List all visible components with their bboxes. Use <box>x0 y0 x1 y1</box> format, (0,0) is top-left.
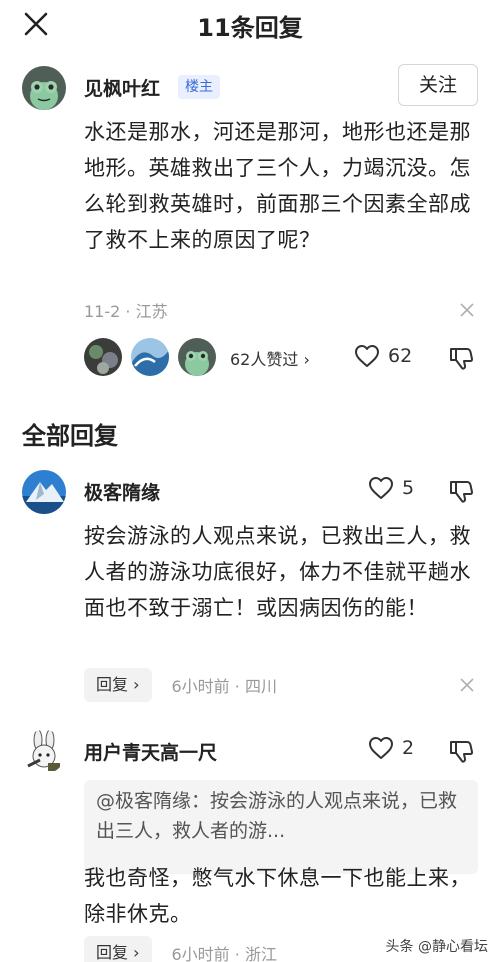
liker-avatar <box>178 338 216 376</box>
heart-icon <box>355 345 379 367</box>
liker-avatar <box>84 338 122 376</box>
reply-meta: 6小时前 · 浙江 <box>171 945 277 962</box>
header-bar: 11条回复 <box>0 0 500 48</box>
thumbs-down-icon <box>450 741 474 763</box>
watermark: 头条 @静心看坛 <box>385 939 488 955</box>
op-username[interactable]: 见枫叶红 <box>84 74 160 101</box>
reply-text: 按会游泳的人观点来说，已救出三人，救人者的游泳功底很好，体力不佳就平趟水面也不致… <box>84 524 471 620</box>
reply-like-button[interactable]: 2 <box>368 736 414 760</box>
thumbs-down-icon <box>450 481 474 503</box>
reply-meta-row: 回复 › 6小时前 · 浙江 <box>84 936 277 962</box>
op-dislike-button[interactable] <box>448 345 474 375</box>
reply-like-count: 5 <box>402 477 415 499</box>
op-avatar[interactable] <box>22 66 66 110</box>
heart-icon <box>369 477 393 499</box>
op-like-count: 62 <box>388 345 413 367</box>
op-comment-text: 水还是那水，河还是那河，地形也还是那地形。英雄救出了三个人，力竭沉没。怎么轮到救… <box>84 120 471 252</box>
dismiss-x-icon[interactable] <box>459 677 475 693</box>
all-replies-heading: 全部回复 <box>22 422 118 450</box>
op-like-button[interactable]: 62 <box>354 344 412 368</box>
heart-icon <box>369 737 393 759</box>
reply-meta: 6小时前 · 四川 <box>171 677 277 696</box>
op-meta: 11-2 · 江苏 <box>84 302 168 321</box>
author-badge: 楼主 <box>178 75 220 99</box>
liker-avatar <box>131 338 169 376</box>
likers-count-link[interactable]: 62人赞过 › <box>230 346 310 370</box>
follow-button[interactable]: 关注 <box>398 64 478 106</box>
reply-dislike-button[interactable] <box>448 738 474 768</box>
reply-button[interactable]: 回复 › <box>84 936 152 962</box>
page-title: 11条回复 <box>197 14 303 42</box>
reply-username[interactable]: 用户青天高一尺 <box>84 738 217 765</box>
reply-username[interactable]: 极客隋缘 <box>84 478 160 505</box>
reply-meta-row: 回复 › 6小时前 · 四川 <box>84 668 277 702</box>
reply-avatar[interactable] <box>22 730 66 774</box>
reply-avatar[interactable] <box>22 470 66 514</box>
dismiss-x-icon[interactable] <box>459 302 475 318</box>
reply-like-count: 2 <box>402 737 415 759</box>
reply-dislike-button[interactable] <box>448 478 474 508</box>
reply-button[interactable]: 回复 › <box>84 668 152 702</box>
reply-like-button[interactable]: 5 <box>368 476 414 500</box>
thumbs-down-icon <box>450 348 474 370</box>
reply-text: 我也奇怪，憋气水下休息一下也能上来，除非休克。 <box>84 866 471 926</box>
